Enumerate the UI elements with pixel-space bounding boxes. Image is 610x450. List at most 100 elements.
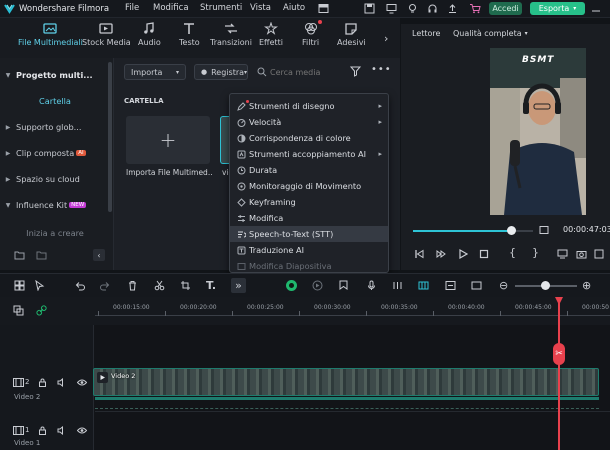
ai-assistant-icon[interactable]	[285, 279, 298, 292]
step-back-icon[interactable]	[436, 249, 446, 259]
headset-icon[interactable]	[427, 3, 438, 14]
render-preview-icon[interactable]	[312, 280, 323, 291]
filter-icon[interactable]	[350, 66, 362, 77]
snap-icon[interactable]	[418, 280, 429, 291]
upload-icon[interactable]	[447, 3, 458, 14]
more-options-icon[interactable]: •••	[371, 64, 392, 75]
playhead-line[interactable]	[558, 297, 560, 450]
collapse-sidebar-icon[interactable]: ‹	[93, 249, 105, 261]
layout-icon[interactable]	[318, 3, 329, 14]
sidebar-item-global-media[interactable]: ▶ Supporto glob...	[0, 114, 110, 140]
sidebar-item-project-media[interactable]: ▼ Progetto multi...	[0, 62, 110, 88]
cart-icon[interactable]	[469, 3, 481, 14]
tab-stickers[interactable]: Adesivi	[337, 22, 366, 47]
plus-icon: +	[159, 128, 177, 152]
zoom-slider-handle[interactable]	[541, 281, 550, 290]
tab-transitions[interactable]: Transizioni	[210, 22, 252, 47]
menu-item-edit[interactable]: Modifica	[230, 210, 388, 226]
menu-aiuto[interactable]: Aiuto	[283, 3, 305, 13]
motion-tracking-icon	[233, 182, 249, 191]
tab-stock-media[interactable]: Stock Media	[82, 22, 131, 47]
search-input[interactable]	[270, 65, 340, 79]
speaker-icon[interactable]	[57, 378, 66, 387]
tab-media[interactable]: File Multimediali	[18, 22, 83, 47]
display-settings-icon[interactable]	[557, 249, 568, 259]
redo-icon[interactable]	[100, 280, 111, 291]
lock-icon[interactable]	[38, 426, 47, 435]
export-button[interactable]: Esporta ▾	[530, 2, 585, 15]
tab-audio[interactable]: Audio	[138, 22, 161, 47]
menu-item-ai-translation[interactable]: Traduzione AI	[230, 242, 388, 258]
tab-text[interactable]: Testo	[179, 22, 200, 47]
sidebar-scrollbar[interactable]	[108, 62, 112, 212]
chevron-right-icon[interactable]: ›	[384, 32, 388, 45]
split-icon[interactable]	[154, 280, 165, 291]
stop-icon[interactable]	[479, 249, 489, 259]
menu-vista[interactable]: Vista	[250, 3, 271, 13]
record-icon: ●	[201, 68, 208, 76]
sidebar-item-influence-kit[interactable]: ▼ Influence Kit NEW	[0, 192, 110, 218]
tab-effects[interactable]: Effetti	[259, 22, 283, 47]
menu-item-drawing-tools[interactable]: Strumenti di disegno ▸	[230, 98, 388, 114]
sidebar-item-start-creating[interactable]: Inizia a creare	[0, 220, 110, 246]
menu-modifica[interactable]: Modifica	[153, 3, 189, 13]
save-icon[interactable]	[364, 3, 375, 14]
menu-item-speech-to-text[interactable]: Speech-to-Text (STT)	[230, 226, 388, 242]
fullscreen-icon[interactable]	[594, 249, 604, 259]
record-dropdown[interactable]: ● Registra ▾	[194, 64, 248, 80]
delete-icon[interactable]	[127, 280, 138, 291]
zoom-out-icon[interactable]: ⊖	[499, 279, 508, 292]
new-folder-icon[interactable]	[14, 250, 25, 260]
marker-icon[interactable]	[338, 280, 349, 291]
sidebar-item-folder[interactable]: Cartella	[0, 88, 110, 114]
video-clip[interactable]: Video 2	[93, 368, 599, 396]
link-icon[interactable]	[445, 280, 456, 291]
lock-icon[interactable]	[38, 378, 47, 387]
folder-link-icon[interactable]	[36, 250, 47, 260]
import-media-tile[interactable]: +	[126, 116, 210, 164]
lightbulb-icon[interactable]	[407, 3, 418, 14]
snapshot-icon[interactable]	[576, 249, 587, 259]
menu-item-color-match[interactable]: Corrispondenza di colore	[230, 130, 388, 146]
monitor-icon[interactable]	[386, 3, 397, 14]
menu-item-keyframing[interactable]: Keyframing	[230, 194, 388, 210]
quality-dropdown[interactable]: Qualità completa ▾	[453, 29, 528, 38]
menu-item-speed[interactable]: Velocità ▸	[230, 114, 388, 130]
add-track-icon[interactable]	[13, 305, 24, 316]
crop-icon[interactable]	[180, 280, 191, 291]
microphone-icon[interactable]	[366, 280, 377, 291]
timeline-ruler[interactable]: 00:00:15:00 00:00:20:00 00:00:25:00 00:00:3…	[0, 297, 610, 325]
eye-icon[interactable]	[77, 426, 87, 435]
sidebar-item-compound-clip[interactable]: ▶ Clip composta AI	[0, 140, 110, 166]
undo-icon[interactable]	[74, 280, 85, 291]
play-icon[interactable]	[458, 249, 468, 259]
login-button[interactable]: Accedi	[489, 2, 522, 15]
speed-icon	[233, 118, 249, 127]
monitor-pip-icon[interactable]	[539, 225, 549, 235]
split-scissors-icon[interactable]: ✂	[553, 343, 565, 365]
menu-strumenti[interactable]: Strumenti	[200, 3, 242, 13]
menu-file[interactable]: File	[125, 3, 139, 13]
zoom-in-icon[interactable]: ⊕	[582, 279, 591, 292]
player-tab[interactable]: Lettore	[412, 29, 440, 38]
import-dropdown[interactable]: Importa ▾	[124, 64, 186, 80]
eye-icon[interactable]	[77, 378, 87, 387]
mark-out-icon[interactable]: }	[532, 246, 539, 259]
more-tools-icon[interactable]: »	[231, 278, 246, 293]
mark-in-icon[interactable]: {	[509, 246, 516, 259]
speaker-icon[interactable]	[57, 426, 66, 435]
menu-item-duration[interactable]: Durata	[230, 162, 388, 178]
link-chain-icon[interactable]	[36, 305, 47, 316]
menu-item-motion-tracking[interactable]: Monitoraggio di Movimento	[230, 178, 388, 194]
tab-filters[interactable]: Filtri	[302, 20, 322, 47]
select-tool-icon[interactable]	[34, 280, 45, 291]
multicam-icon[interactable]	[471, 280, 482, 291]
minimize-icon[interactable]	[591, 4, 601, 14]
menu-item-ai-matching-tools[interactable]: Strumenti accoppiamento AI ▸	[230, 146, 388, 162]
text-tool-icon[interactable]: T.	[206, 279, 216, 292]
sidebar-item-cloud-space[interactable]: ▶ Spazio su cloud	[0, 166, 110, 192]
layout-grid-icon[interactable]	[14, 280, 25, 291]
previous-frame-icon[interactable]	[414, 249, 424, 259]
audio-mixer-icon[interactable]	[392, 280, 403, 291]
playback-progress-handle[interactable]	[507, 226, 517, 235]
